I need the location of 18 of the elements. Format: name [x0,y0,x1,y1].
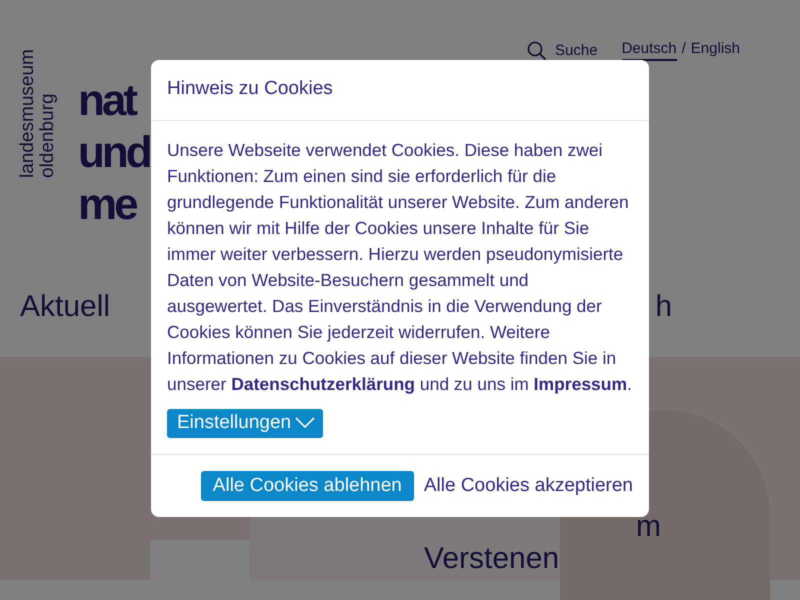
chevron-icon [295,417,316,429]
language-link[interactable]: English [690,40,740,61]
reject-all-button[interactable]: Alle Cookies ablehnen [200,471,414,501]
search-icon [527,40,548,60]
headline-fragment: nat [78,75,135,127]
dialog-title: Hinweis zu Cookies [167,78,334,100]
separator-slash: / [682,40,686,57]
nav-item[interactable]: h [655,290,672,357]
search-link[interactable]: Suche [527,40,598,61]
teaser-title-fragment: Verstenen [424,542,560,576]
nav-item[interactable]: Aktuell [20,290,110,357]
headline-fragment: und [78,127,150,179]
cookie-notice-text: Unsere Webseite verwendet Cookies. Diese haben zwei Funktionen: Zum einen sind sie erforderlich für die grundlegende Funktionalität unserer Website. Zum anderen können wir mit Hilfe der Cookies unsere Inhalte für Sie immer weiter verbessern. Hierzu werden pseudonymisierte Daten von Website-Besuchern gesammelt und ausgewertet. Das Einverständnis in die Verwendung der Cookies können Sie jederzeit widerrufen. Weitere Informationen zu Cookies auf dieser Website finden Sie in unserer Datenschutzerklärung und zu uns im Impressum. [167,139,633,396]
headline-fragment: me [78,179,136,231]
settings-button[interactable]: Einstellungen [167,409,324,438]
teaser-title-fragment: m [636,510,661,544]
museum-logo[interactable]: landesmuseum oldenburg [18,28,58,178]
accept-all-button[interactable]: Alle Cookies akzeptieren [422,471,635,501]
